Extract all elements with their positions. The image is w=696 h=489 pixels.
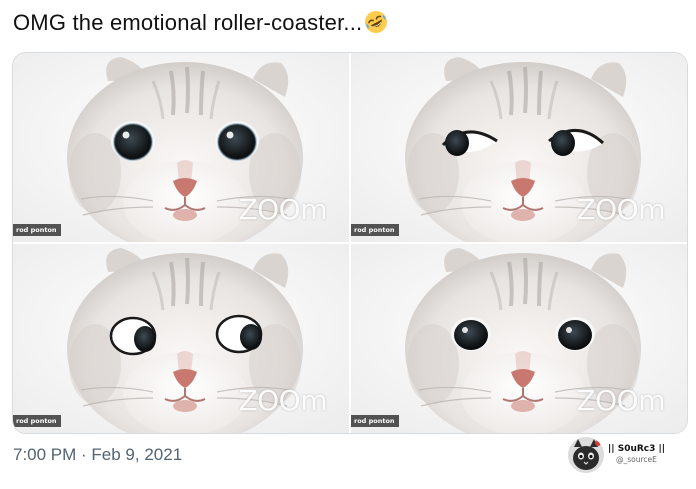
cat-avatar-icon [568,437,604,473]
tweet-card: OMG the emotional roller-coaster... rod … [0,0,696,489]
tweet-text-content: OMG the emotional roller-coaster... [13,10,363,35]
video-frame-2[interactable]: rod ponton ZOOm [351,53,687,242]
source-handle: @_sourceE [616,455,657,464]
source-credit[interactable]: || S0uRc3 || @_sourceE [568,437,680,475]
video-frames: rod ponton ZOOm rod ponton ZOOm rod pont… [13,53,687,433]
video-frame-1[interactable]: rod ponton ZOOm [13,53,349,242]
video-frame-3[interactable]: rod ponton ZOOm [13,244,349,433]
zoom-watermark: ZOOm [576,384,665,417]
rolling-on-floor-laughing-emoji-icon [364,10,388,34]
zoom-watermark: ZOOm [576,193,665,226]
zoom-watermark: ZOOm [238,193,327,226]
zoom-watermark: ZOOm [238,384,327,417]
participant-name-tag: rod ponton [13,415,61,427]
tweet-media-grid[interactable]: rod ponton ZOOm rod ponton ZOOm rod pont… [12,52,688,434]
participant-name-tag: rod ponton [351,224,399,236]
source-display-name: || S0uRc3 || [608,444,666,454]
video-frame-4[interactable]: rod ponton ZOOm [351,244,687,433]
participant-name-tag: rod ponton [351,415,399,427]
participant-name-tag: rod ponton [13,224,61,236]
tweet-timestamp[interactable]: 7:00 PM · Feb 9, 2021 [13,444,182,466]
tweet-text: OMG the emotional roller-coaster... [13,8,388,38]
